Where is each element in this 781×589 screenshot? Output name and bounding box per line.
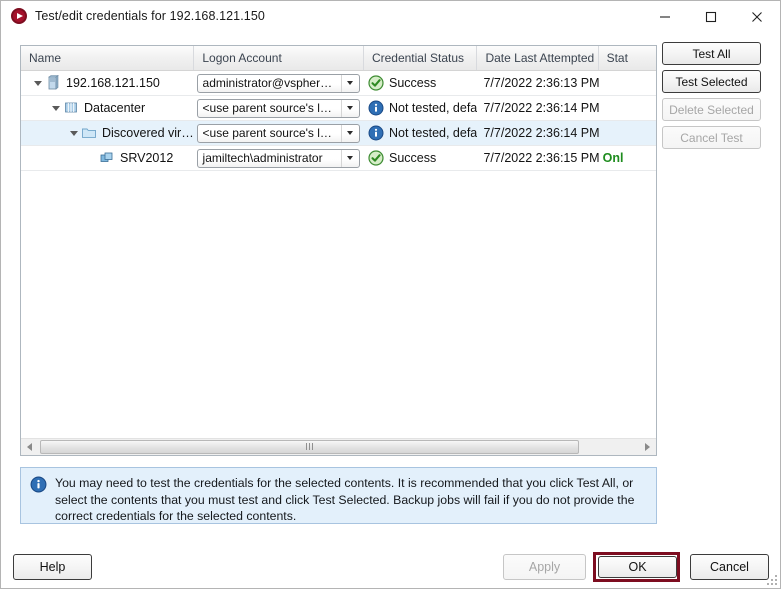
date-last-attempted-label: 7/7/2022 2:36:15 PM <box>483 151 599 165</box>
close-icon[interactable] <box>734 1 780 32</box>
row-date-cell: 7/7/2022 2:36:15 PM <box>477 146 598 170</box>
row-name-cell[interactable]: 192.168.121.150 <box>21 71 195 95</box>
credential-status-label: Not tested, defaı <box>389 101 478 115</box>
virtual-machine-icon <box>99 150 116 166</box>
logon-account-dropdown[interactable]: <use parent source's l… <box>196 123 360 143</box>
cancel-button[interactable]: Cancel <box>690 554 769 580</box>
column-header-credential-status[interactable]: Credential Status <box>364 46 478 70</box>
row-logon-cell: jamiltech\administrator <box>195 146 364 170</box>
date-last-attempted-label: 7/7/2022 2:36:14 PM <box>483 126 599 140</box>
date-last-attempted-label: 7/7/2022 2:36:14 PM <box>483 101 599 115</box>
cancel-test-button: Cancel Test <box>662 126 761 149</box>
scroll-left-icon[interactable] <box>21 439 38 456</box>
minimize-icon[interactable] <box>642 1 688 32</box>
expand-collapse-icon[interactable] <box>49 101 63 115</box>
test-all-button[interactable]: Test All <box>662 42 761 65</box>
expand-collapse-icon[interactable] <box>31 76 45 90</box>
row-name-cell[interactable]: SRV2012 <box>21 146 195 170</box>
row-credential-status-cell: Not tested, defaı <box>364 96 477 120</box>
credential-status-label: Not tested, defaı <box>389 126 478 140</box>
row-name-label: Discovered virt… <box>102 126 195 140</box>
window-title: Test/edit credentials for 192.168.121.15… <box>35 9 265 23</box>
row-name-label: Datacenter <box>84 101 146 115</box>
logon-account-value: <use parent source's l… <box>202 101 332 115</box>
chevron-down-icon[interactable] <box>340 74 359 92</box>
scrollbar-track[interactable] <box>38 439 639 456</box>
window-controls <box>642 1 780 32</box>
row-credential-status-cell: Success <box>364 71 477 95</box>
table-header-row: Name Logon Account Credential Status Dat… <box>21 46 656 71</box>
scroll-right-icon[interactable] <box>639 439 656 456</box>
row-credential-status-cell: Success <box>364 146 477 170</box>
logon-account-value: jamiltech\administrator <box>202 151 323 165</box>
row-status-cell <box>599 71 656 95</box>
ok-button[interactable]: OK <box>598 556 677 578</box>
success-check-icon <box>368 75 384 91</box>
logon-account-dropdown[interactable]: administrator@vspher… <box>196 73 360 93</box>
row-name-cell[interactable]: Datacenter <box>21 96 195 120</box>
side-button-group: Test All Test Selected Delete Selected C… <box>662 42 761 149</box>
chevron-down-icon[interactable] <box>340 99 359 117</box>
column-header-name[interactable]: Name <box>21 46 195 70</box>
row-date-cell: 7/7/2022 2:36:14 PM <box>477 121 598 145</box>
ok-button-highlight: OK <box>593 552 680 582</box>
expand-collapse-icon[interactable] <box>67 126 81 140</box>
test-selected-button[interactable]: Test Selected <box>662 70 761 93</box>
column-header-logon-account[interactable]: Logon Account <box>194 46 364 70</box>
logon-account-dropdown[interactable]: <use parent source's l… <box>196 98 360 118</box>
resize-grip-icon[interactable] <box>765 573 777 585</box>
row-name-label: 192.168.121.150 <box>66 76 160 90</box>
info-panel: You may need to test the credentials for… <box>20 467 657 524</box>
scrollbar-thumb[interactable] <box>40 439 579 454</box>
table-row[interactable]: Discovered virt… <use parent source's l… <box>21 121 656 146</box>
row-logon-cell: <use parent source's l… <box>195 121 364 145</box>
folder-icon <box>81 125 98 141</box>
credentials-table: Name Logon Account Credential Status Dat… <box>20 45 657 456</box>
row-status-cell: Onl <box>599 146 656 170</box>
test-edit-credentials-dialog: Test/edit credentials for 192.168.121.15… <box>0 0 781 589</box>
row-status-cell <box>599 96 656 120</box>
chevron-down-icon[interactable] <box>340 149 359 167</box>
maximize-icon[interactable] <box>688 1 734 32</box>
credential-status-label: Success <box>389 151 437 165</box>
row-status-cell <box>599 121 656 145</box>
table-body: 192.168.121.150 administrator@vspher… Su… <box>21 71 656 171</box>
column-header-status[interactable]: Stat <box>599 46 656 70</box>
logon-account-value: <use parent source's l… <box>202 126 332 140</box>
title-bar: Test/edit credentials for 192.168.121.15… <box>1 1 780 32</box>
info-circle-icon <box>368 125 384 141</box>
server-icon <box>45 75 62 91</box>
date-last-attempted-label: 7/7/2022 2:36:13 PM <box>483 76 599 90</box>
horizontal-scrollbar[interactable] <box>21 438 656 455</box>
apply-button: Apply <box>503 554 586 580</box>
info-circle-icon <box>30 476 47 493</box>
column-header-date-last-attempted[interactable]: Date Last Attempted <box>477 46 599 70</box>
row-logon-cell: <use parent source's l… <box>195 96 364 120</box>
datacenter-icon <box>63 100 80 116</box>
table-row[interactable]: SRV2012 jamiltech\administrator Success … <box>21 146 656 171</box>
logon-account-dropdown[interactable]: jamiltech\administrator <box>196 148 360 168</box>
success-check-icon <box>368 150 384 166</box>
help-button[interactable]: Help <box>13 554 92 580</box>
table-row[interactable]: Datacenter <use parent source's l… Not t… <box>21 96 656 121</box>
info-circle-icon <box>368 100 384 116</box>
status-badge: Onl <box>602 151 624 165</box>
chevron-down-icon[interactable] <box>340 124 359 142</box>
row-name-label: SRV2012 <box>120 151 174 165</box>
row-credential-status-cell: Not tested, defaı <box>364 121 477 145</box>
delete-selected-button: Delete Selected <box>662 98 761 121</box>
app-record-icon <box>11 8 27 24</box>
credential-status-label: Success <box>389 76 437 90</box>
info-message: You may need to test the credentials for… <box>55 476 635 523</box>
table-row[interactable]: 192.168.121.150 administrator@vspher… Su… <box>21 71 656 96</box>
row-date-cell: 7/7/2022 2:36:13 PM <box>477 71 598 95</box>
logon-account-value: administrator@vspher… <box>202 76 333 90</box>
row-name-cell[interactable]: Discovered virt… <box>21 121 195 145</box>
scrollbar-grip-icon <box>306 443 313 450</box>
row-date-cell: 7/7/2022 2:36:14 PM <box>477 96 598 120</box>
row-logon-cell: administrator@vspher… <box>195 71 364 95</box>
